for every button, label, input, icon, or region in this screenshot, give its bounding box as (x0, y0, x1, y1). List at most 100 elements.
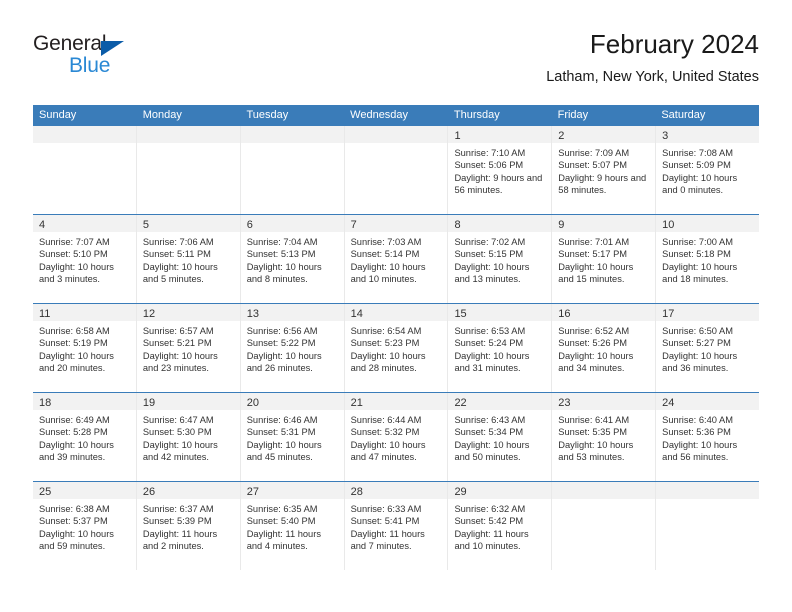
sunrise-text: Sunrise: 6:43 AM (454, 415, 526, 425)
calendar-day-cell[interactable]: 26 Sunrise: 6:37 AM Sunset: 5:39 PM Dayligh… (136, 482, 241, 570)
day-detail: Sunrise: 6:32 AM Sunset: 5:42 PM Daylight:… (448, 499, 551, 553)
sunset-text: Sunset: 5:34 PM (454, 427, 524, 438)
daylight-text: Daylight: 10 hours and 36 minutes. (662, 350, 738, 374)
day-detail: Sunrise: 6:43 AM Sunset: 5:34 PM Daylight:… (448, 410, 551, 464)
day-number: 9 (558, 219, 565, 231)
day-detail: Sunrise: 6:58 AM Sunset: 5:19 PM Daylight:… (33, 321, 136, 375)
sunset-text: Sunset: 5:42 PM (454, 516, 524, 527)
daylight-text: Daylight: 10 hours and 31 minutes. (454, 350, 530, 374)
calendar-day-cell[interactable]: 13 Sunrise: 6:56 AM Sunset: 5:22 PM Dayligh… (240, 304, 345, 392)
sunrise-text: Sunrise: 6:54 AM (350, 326, 422, 336)
day-detail: Sunrise: 6:50 AM Sunset: 5:27 PM Daylight:… (656, 321, 759, 375)
day-detail: Sunrise: 6:49 AM Sunset: 5:28 PM Daylight:… (33, 410, 136, 464)
calendar-day-cell[interactable]: 20 Sunrise: 6:46 AM Sunset: 5:31 PM Dayligh… (240, 393, 345, 481)
day-number-band: 20 (240, 393, 344, 410)
day-detail: Sunrise: 7:08 AM Sunset: 5:09 PM Daylight:… (656, 143, 759, 197)
calendar-day-cell[interactable]: 4 Sunrise: 7:07 AM Sunset: 5:10 PM Daylight… (33, 215, 137, 303)
calendar-day-cell[interactable]: 9 Sunrise: 7:01 AM Sunset: 5:17 PM Daylight… (552, 215, 657, 303)
calendar-day-cell[interactable]: 3 Sunrise: 7:08 AM Sunset: 5:09 PM Daylight… (656, 126, 760, 214)
calendar-week-row: 18 Sunrise: 6:49 AM Sunset: 5:28 PM Dayligh… (33, 392, 760, 481)
day-detail: Sunrise: 7:06 AM Sunset: 5:11 PM Daylight:… (137, 232, 240, 286)
sunrise-text: Sunrise: 6:44 AM (350, 415, 422, 425)
calendar-day-cell[interactable]: 28 Sunrise: 6:33 AM Sunset: 5:41 PM Dayligh… (344, 482, 449, 570)
daylight-text: Daylight: 10 hours and 28 minutes. (350, 350, 426, 374)
sunset-text: Sunset: 5:13 PM (246, 249, 316, 260)
calendar-day-cell[interactable]: 1 Sunrise: 7:10 AM Sunset: 5:06 PM Daylight… (448, 126, 553, 214)
calendar-day-cell[interactable]: 10 Sunrise: 7:00 AM Sunset: 5:18 PM Dayligh… (656, 215, 760, 303)
calendar-day-cell[interactable]: 6 Sunrise: 7:04 AM Sunset: 5:13 PM Daylight… (240, 215, 345, 303)
sunset-text: Sunset: 5:17 PM (558, 249, 628, 260)
sunset-text: Sunset: 5:27 PM (662, 338, 731, 349)
day-number: 18 (39, 397, 52, 409)
daylight-text: Daylight: 10 hours and 8 minutes. (246, 261, 322, 285)
day-detail: Sunrise: 6:35 AM Sunset: 5:40 PM Daylight:… (241, 499, 344, 553)
day-detail: Sunrise: 6:54 AM Sunset: 5:23 PM Daylight:… (345, 321, 448, 375)
day-number-band: 10 (656, 215, 760, 232)
day-detail: Sunrise: 6:46 AM Sunset: 5:31 PM Daylight:… (241, 410, 344, 464)
calendar-day-cell[interactable]: 12 Sunrise: 6:57 AM Sunset: 5:21 PM Dayligh… (136, 304, 241, 392)
calendar-day-cell[interactable]: 16 Sunrise: 6:52 AM Sunset: 5:26 PM Dayligh… (552, 304, 657, 392)
calendar-day-cell[interactable]: 25 Sunrise: 6:38 AM Sunset: 5:37 PM Dayligh… (33, 482, 137, 570)
sunset-text: Sunset: 5:40 PM (246, 516, 316, 527)
calendar-day-cell[interactable]: 27 Sunrise: 6:35 AM Sunset: 5:40 PM Dayligh… (240, 482, 345, 570)
calendar-day-cell[interactable]: 8 Sunrise: 7:02 AM Sunset: 5:15 PM Daylight… (448, 215, 553, 303)
day-detail: Sunrise: 6:44 AM Sunset: 5:32 PM Daylight:… (345, 410, 448, 464)
calendar-day-cell[interactable]: 18 Sunrise: 6:49 AM Sunset: 5:28 PM Dayligh… (33, 393, 137, 481)
brand-name-general: General (33, 32, 107, 55)
daylight-text: Daylight: 10 hours and 56 minutes. (662, 439, 738, 463)
day-number: 26 (142, 486, 156, 498)
day-number-band: 9 (552, 215, 656, 232)
calendar-day-cell[interactable]: 11 Sunrise: 6:58 AM Sunset: 5:19 PM Dayligh… (33, 304, 137, 392)
day-number: 23 (558, 397, 571, 409)
calendar-day-cell[interactable]: 21 Sunrise: 6:44 AM Sunset: 5:32 PM Dayligh… (344, 393, 449, 481)
day-number-band: 2 (552, 126, 656, 143)
sunset-text: Sunset: 5:11 PM (142, 249, 211, 260)
sunset-text: Sunset: 5:07 PM (558, 160, 628, 171)
sunrise-text: Sunrise: 7:06 AM (142, 237, 214, 247)
daylight-text: Daylight: 11 hours and 4 minutes. (246, 528, 321, 552)
sunset-text: Sunset: 5:14 PM (350, 249, 420, 260)
calendar-day-cell[interactable]: 24 Sunrise: 6:40 AM Sunset: 5:36 PM Dayligh… (656, 393, 760, 481)
day-number-band: 8 (448, 215, 552, 232)
day-number: 7 (350, 219, 357, 231)
daylight-text: Daylight: 10 hours and 26 minutes. (246, 350, 322, 374)
day-detail: Sunrise: 6:53 AM Sunset: 5:24 PM Daylight:… (448, 321, 551, 375)
day-number-band: 25 (33, 482, 136, 499)
sunrise-text: Sunrise: 7:09 AM (558, 148, 630, 158)
calendar-day-cell[interactable]: 22 Sunrise: 6:43 AM Sunset: 5:34 PM Dayligh… (448, 393, 553, 481)
sunrise-text: Sunrise: 7:01 AM (558, 237, 630, 247)
day-number-band: 29 (448, 482, 552, 499)
day-number-band: 1 (448, 126, 552, 143)
day-number: 10 (662, 219, 675, 231)
day-number: 11 (39, 308, 51, 320)
day-number: 14 (350, 308, 363, 320)
sunset-text: Sunset: 5:24 PM (454, 338, 524, 349)
calendar-week-row: 1 Sunrise: 7:10 AM Sunset: 5:06 PM Daylight… (33, 126, 760, 214)
calendar-day-cell[interactable]: 15 Sunrise: 6:53 AM Sunset: 5:24 PM Dayligh… (448, 304, 553, 392)
brand-logo[interactable]: General Blue (33, 32, 233, 88)
daylight-text: Daylight: 10 hours and 15 minutes. (558, 261, 634, 285)
calendar-day-cell[interactable]: 23 Sunrise: 6:41 AM Sunset: 5:35 PM Dayligh… (552, 393, 657, 481)
day-number: 29 (454, 486, 467, 498)
daylight-text: Daylight: 9 hours and 58 minutes. (558, 172, 647, 196)
daylight-text: Daylight: 10 hours and 3 minutes. (39, 261, 114, 285)
sunset-text: Sunset: 5:18 PM (662, 249, 731, 260)
calendar-day-cell[interactable]: 14 Sunrise: 6:54 AM Sunset: 5:23 PM Dayligh… (344, 304, 449, 392)
calendar-day-cell[interactable]: 19 Sunrise: 6:47 AM Sunset: 5:30 PM Dayligh… (136, 393, 241, 481)
calendar-day-cell[interactable]: 5 Sunrise: 7:06 AM Sunset: 5:11 PM Daylight… (136, 215, 241, 303)
calendar-day-cell[interactable]: 29 Sunrise: 6:32 AM Sunset: 5:42 PM Dayligh… (448, 482, 553, 570)
day-detail: Sunrise: 7:00 AM Sunset: 5:18 PM Daylight:… (656, 232, 759, 286)
sunrise-text: Sunrise: 7:00 AM (662, 237, 733, 247)
title-block: February 2024 Latham, New York, United S… (546, 28, 759, 88)
day-number-band (240, 126, 344, 143)
calendar-day-cell[interactable]: 7 Sunrise: 7:03 AM Sunset: 5:14 PM Daylight… (344, 215, 449, 303)
calendar-day-cell-empty (656, 482, 760, 570)
calendar-day-cell[interactable]: 17 Sunrise: 6:50 AM Sunset: 5:27 PM Dayligh… (656, 304, 760, 392)
day-number: 20 (246, 397, 259, 409)
calendar-day-cell[interactable]: 2 Sunrise: 7:09 AM Sunset: 5:07 PM Daylight… (552, 126, 657, 214)
day-header-thursday: Thursday (453, 109, 500, 121)
day-number-band: 22 (448, 393, 552, 410)
day-number-band: 5 (136, 215, 240, 232)
sunrise-text: Sunrise: 6:57 AM (142, 326, 214, 336)
day-detail: Sunrise: 6:52 AM Sunset: 5:26 PM Daylight:… (552, 321, 655, 375)
